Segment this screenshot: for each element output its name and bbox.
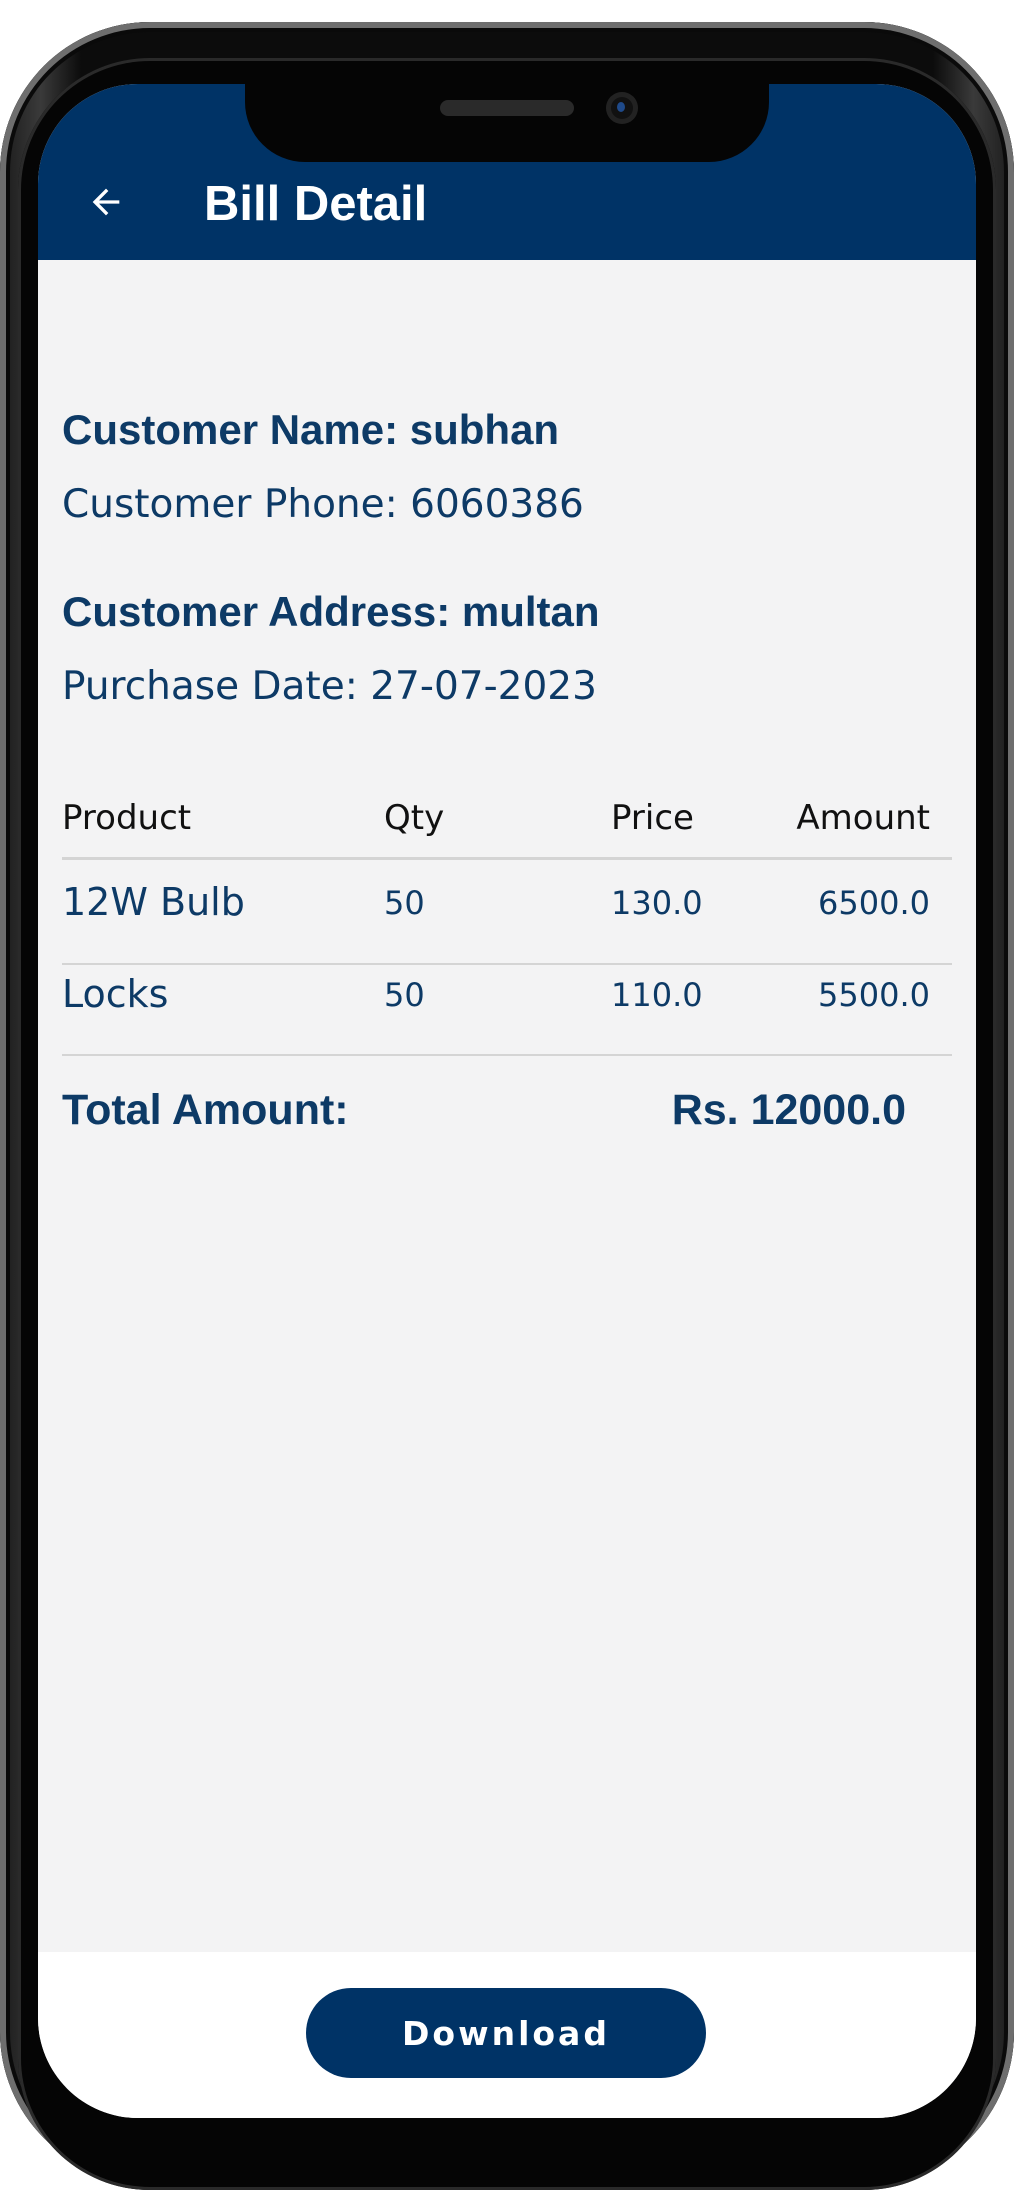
header-price: Price [611,798,694,838]
header-amount: Amount [796,798,930,838]
row-product: Locks [62,972,169,1016]
customer-name: Customer Name: subhan [62,406,560,453]
customer-address: Customer Address: multan [62,588,600,635]
back-button[interactable] [76,172,136,232]
table-divider [62,857,952,860]
row-amount: 6500.0 [818,884,930,922]
row-divider [62,1054,952,1056]
header-product: Product [62,798,192,838]
row-qty: 50 [384,976,425,1014]
row-price: 110.0 [611,976,703,1014]
row-product: 12W Bulb [62,880,245,924]
row-qty: 50 [384,884,425,922]
earpiece-speaker [440,100,574,116]
items-table-header: Product Qty Price Amount [62,798,952,848]
total-label: Total Amount: [62,1086,349,1134]
phone-notch [245,84,769,162]
arrow-left-icon [92,188,120,216]
front-camera [606,92,638,124]
app-screen: Bill Detail Customer Name: subhan Custom… [38,84,976,2118]
table-row: 12W Bulb 50 130.0 6500.0 [62,880,952,960]
row-price: 130.0 [611,884,703,922]
download-button[interactable]: Download [306,1988,706,2078]
header-qty: Qty [384,798,445,838]
page-title: Bill Detail [204,177,428,231]
row-amount: 5500.0 [818,976,930,1014]
total-value: Rs. 12000.0 [671,1086,906,1134]
customer-phone: Customer Phone: 6060386 [62,482,584,527]
purchase-date: Purchase Date: 27-07-2023 [62,664,597,709]
bottom-action-bar: Download [38,1952,976,2118]
row-divider [62,963,952,965]
table-row: Locks 50 110.0 5500.0 [62,972,952,1052]
